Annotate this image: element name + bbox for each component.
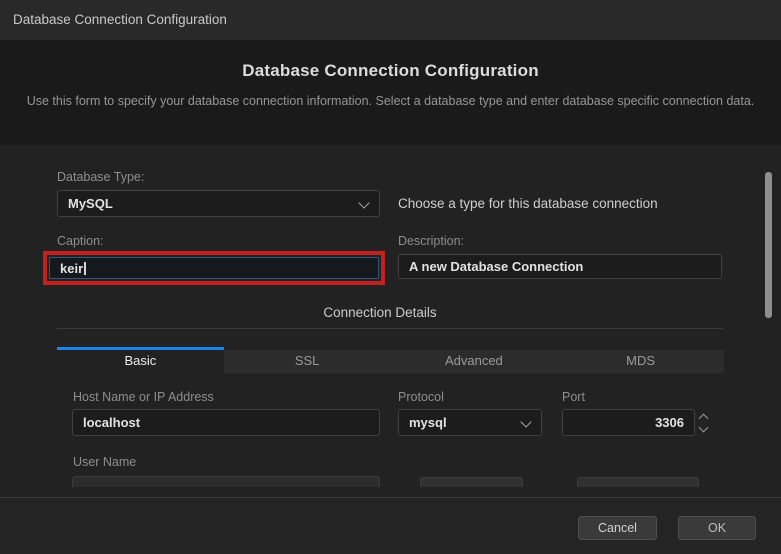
port-stepper (697, 409, 711, 436)
host-input[interactable]: localhost (72, 409, 380, 436)
username-input[interactable] (72, 476, 380, 487)
database-type-value: MySQL (68, 196, 113, 211)
port-label: Port (562, 390, 585, 404)
truncated-button-left[interactable] (420, 477, 523, 487)
window-titlebar: Database Connection Configuration (0, 0, 781, 40)
host-value: localhost (83, 415, 140, 430)
protocol-label: Protocol (398, 390, 444, 404)
tab-ssl[interactable]: SSL (224, 347, 391, 373)
form-scroll-area: Database Type: MySQL Choose a type for t… (0, 145, 760, 487)
connection-details-title: Connection Details (0, 305, 760, 320)
description-label: Description: (398, 234, 464, 248)
port-input[interactable]: 3306 (562, 409, 695, 436)
port-value: 3306 (655, 415, 684, 430)
connection-details-tabs: Basic SSL Advanced MDS (57, 347, 724, 373)
tab-mds[interactable]: MDS (557, 347, 724, 373)
scrollbar-thumb[interactable] (765, 172, 772, 318)
truncated-button-right[interactable] (577, 477, 699, 487)
host-label: Host Name or IP Address (73, 390, 214, 404)
caption-input[interactable]: keir (49, 257, 379, 279)
text-caret (84, 262, 86, 275)
tab-basic[interactable]: Basic (57, 347, 224, 373)
protocol-value: mysql (409, 415, 447, 430)
database-type-label: Database Type: (57, 170, 144, 184)
protocol-select[interactable]: mysql (398, 409, 542, 436)
description-value: A new Database Connection (409, 259, 583, 274)
username-label: User Name (73, 455, 136, 469)
dialog-footer (0, 497, 781, 554)
chevron-down-icon (520, 416, 531, 427)
caption-label: Caption: (57, 234, 104, 248)
tab-advanced[interactable]: Advanced (391, 347, 558, 373)
red-highlight-annotation: keir (43, 251, 385, 285)
section-divider (57, 328, 723, 329)
ok-button[interactable]: OK (678, 516, 756, 540)
database-type-help: Choose a type for this database connecti… (398, 196, 658, 211)
caption-value: keir (60, 261, 83, 276)
description-input[interactable]: A new Database Connection (398, 254, 722, 279)
page-subtitle: Use this form to specify your database c… (23, 93, 759, 110)
database-connection-dialog: Database Connection Configuration Databa… (0, 0, 781, 554)
spinner-down-icon[interactable] (699, 423, 709, 433)
cancel-button[interactable]: Cancel (578, 516, 657, 540)
window-title: Database Connection Configuration (13, 12, 227, 27)
database-type-select[interactable]: MySQL (57, 190, 380, 217)
chevron-down-icon (358, 197, 369, 208)
page-title: Database Connection Configuration (0, 40, 781, 81)
dialog-header: Database Connection Configuration Use th… (0, 40, 781, 145)
